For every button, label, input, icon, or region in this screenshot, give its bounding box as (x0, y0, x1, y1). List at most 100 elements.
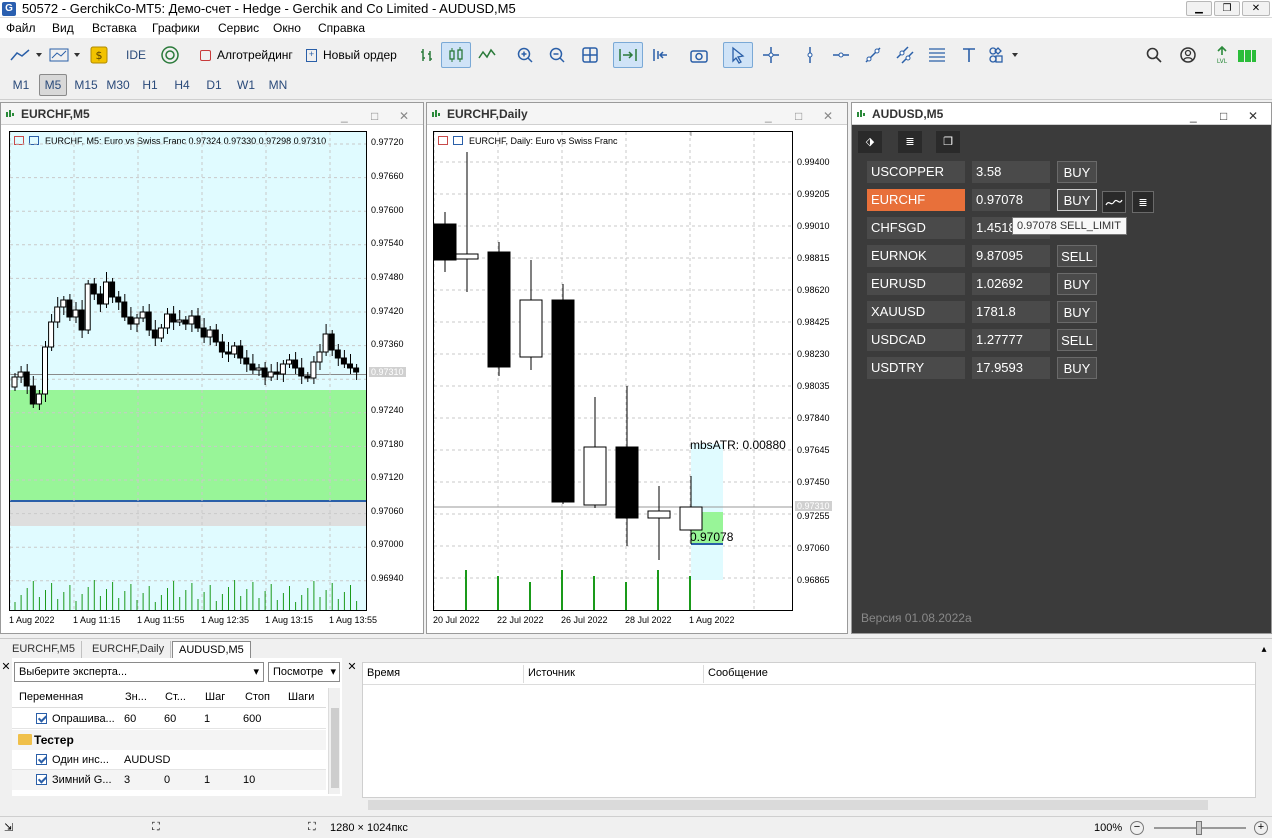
wave-icon[interactable] (1102, 191, 1126, 213)
chart1-close-button[interactable]: ✕ (399, 105, 409, 127)
panel-symbol[interactable]: CHFSGD (867, 217, 965, 239)
text-icon[interactable] (956, 42, 982, 68)
chart1-plot-area[interactable]: EURCHF, M5: Euro vs Swiss Franc 0.97324 … (9, 131, 367, 611)
panel-action-button[interactable]: BUY (1057, 357, 1097, 379)
panel-list-icon[interactable]: ≣ (898, 131, 922, 153)
panel-symbol[interactable]: USDCAD (867, 329, 965, 351)
chart2-minimize-button[interactable]: _ (765, 105, 772, 127)
panel-action-button[interactable]: SELL (1057, 245, 1097, 267)
menu-insert[interactable]: Вставка (92, 21, 137, 35)
fibonacci-icon[interactable] (924, 42, 950, 68)
panel-symbol[interactable]: XAUUSD (867, 301, 965, 323)
view-select[interactable]: Посмотре ▾ (268, 662, 340, 682)
maximize-button[interactable]: ❐ (1214, 1, 1240, 16)
account-icon[interactable] (1176, 42, 1200, 68)
horizontal-line-icon[interactable] (828, 42, 854, 68)
settings-scrollbar[interactable] (328, 688, 340, 794)
param-value[interactable]: 60 (124, 713, 136, 725)
right-scroll[interactable]: ▴ (1256, 640, 1272, 814)
signals-icon[interactable] (158, 42, 182, 68)
panel-action-button[interactable]: BUY (1057, 301, 1097, 323)
param-stop[interactable]: 10 (243, 774, 255, 786)
trend-line-icon[interactable] (860, 42, 886, 68)
zoom-in-button[interactable]: + (1254, 821, 1268, 835)
timeframe-m15[interactable]: M15 (71, 74, 101, 96)
panel-close-button[interactable]: ✕ (1248, 105, 1258, 127)
chart2-maximize-button[interactable]: □ (795, 105, 802, 127)
panel-action-button[interactable]: BUY (1057, 273, 1097, 295)
hscroll-thumb[interactable] (368, 800, 1208, 810)
chart-type-icon[interactable] (6, 42, 46, 68)
menu-charts[interactable]: Графики (152, 21, 200, 35)
zoom-out-icon[interactable] (544, 42, 570, 68)
menu-service[interactable]: Сервис (218, 21, 259, 35)
chart-shift-icon[interactable] (646, 42, 674, 68)
search-icon[interactable] (1142, 42, 1166, 68)
param-checkbox[interactable] (36, 754, 47, 765)
panel-symbol[interactable]: EURUSD (867, 273, 965, 295)
menu-window[interactable]: Окно (273, 21, 301, 35)
panel-row-list-icon[interactable]: ≣ (1132, 191, 1154, 213)
menu-help[interactable]: Справка (318, 21, 365, 35)
zoom-out-button[interactable]: − (1130, 821, 1144, 835)
panel-action-button[interactable]: SELL (1057, 329, 1097, 351)
close-button[interactable]: ✕ (1242, 1, 1270, 16)
level-icon[interactable]: LVL (1210, 42, 1234, 68)
timeframe-mn[interactable]: MN (264, 74, 292, 96)
panel-symbol-selected[interactable]: EURCHF (867, 189, 965, 211)
line-chart-icon[interactable] (474, 42, 500, 68)
panel-minimize-button[interactable]: _ (1190, 105, 1197, 127)
col-source[interactable]: Источник (528, 667, 575, 679)
param-value[interactable]: 3 (124, 774, 130, 786)
chart1-minimize-button[interactable]: _ (341, 105, 348, 127)
grid-icon[interactable] (576, 42, 604, 68)
scroll-up-icon[interactable]: ▴ (1256, 640, 1272, 655)
candle-chart-icon[interactable] (441, 42, 471, 68)
log-close-icon[interactable]: ✕ (344, 658, 360, 673)
param-start[interactable]: 60 (164, 713, 176, 725)
col-time[interactable]: Время (367, 667, 400, 679)
col-variable[interactable]: Переменная (19, 691, 83, 703)
tab-eurchf-m5[interactable]: EURCHF,M5 (6, 641, 82, 658)
col-step[interactable]: Шаг (205, 691, 225, 703)
param-checkbox[interactable] (36, 774, 47, 785)
settings-group[interactable]: Тестер (12, 730, 326, 750)
col-steps[interactable]: Шаги (288, 691, 314, 703)
bar-chart-icon[interactable] (414, 42, 440, 68)
autoscroll-icon[interactable] (613, 42, 643, 68)
timeframe-w1[interactable]: W1 (232, 74, 260, 96)
shapes-icon[interactable] (986, 42, 1024, 68)
param-checkbox[interactable] (36, 713, 47, 724)
param-stop[interactable]: 600 (243, 713, 261, 725)
zoom-in-icon[interactable] (512, 42, 538, 68)
timeframe-d1[interactable]: D1 (200, 74, 228, 96)
crosshair-icon[interactable] (758, 42, 784, 68)
screenshot-icon[interactable] (686, 42, 712, 68)
tab-audusd-m5[interactable]: AUDUSD,M5 (172, 641, 251, 658)
tab-eurchf-daily[interactable]: EURCHF,Daily (86, 641, 172, 658)
panel-action-button[interactable]: BUY (1057, 189, 1097, 211)
new-order-button[interactable]: + Новый ордер (302, 42, 398, 68)
col-value[interactable]: Зн... (125, 691, 147, 703)
panel-symbol[interactable]: USCOPPER (867, 161, 965, 183)
minimize-button[interactable]: ▁ (1186, 1, 1212, 16)
cursor-icon[interactable] (723, 42, 753, 68)
timeframe-m5[interactable]: M5 (39, 74, 67, 96)
param-step[interactable]: 1 (204, 774, 210, 786)
menu-view[interactable]: Вид (52, 21, 74, 35)
log-hscroll[interactable] (362, 798, 1256, 812)
chart1-maximize-button[interactable]: □ (371, 105, 378, 127)
panel-action-button[interactable]: BUY (1057, 161, 1097, 183)
menu-file[interactable]: Файл (6, 21, 36, 35)
panel-tool-icon[interactable]: ⬗ (858, 131, 882, 153)
channel-icon[interactable] (892, 42, 918, 68)
zoom-slider-thumb[interactable] (1196, 821, 1202, 835)
dollar-icon[interactable]: $ (89, 42, 109, 68)
col-start[interactable]: Ст... (165, 691, 186, 703)
scrollbar-thumb[interactable] (331, 708, 339, 788)
panel-symbol[interactable]: EURNOK (867, 245, 965, 267)
col-stop[interactable]: Стоп (245, 691, 270, 703)
panel-maximize-button[interactable]: □ (1220, 105, 1227, 127)
vertical-line-icon[interactable] (797, 42, 823, 68)
ide-button[interactable]: IDE (120, 42, 152, 68)
